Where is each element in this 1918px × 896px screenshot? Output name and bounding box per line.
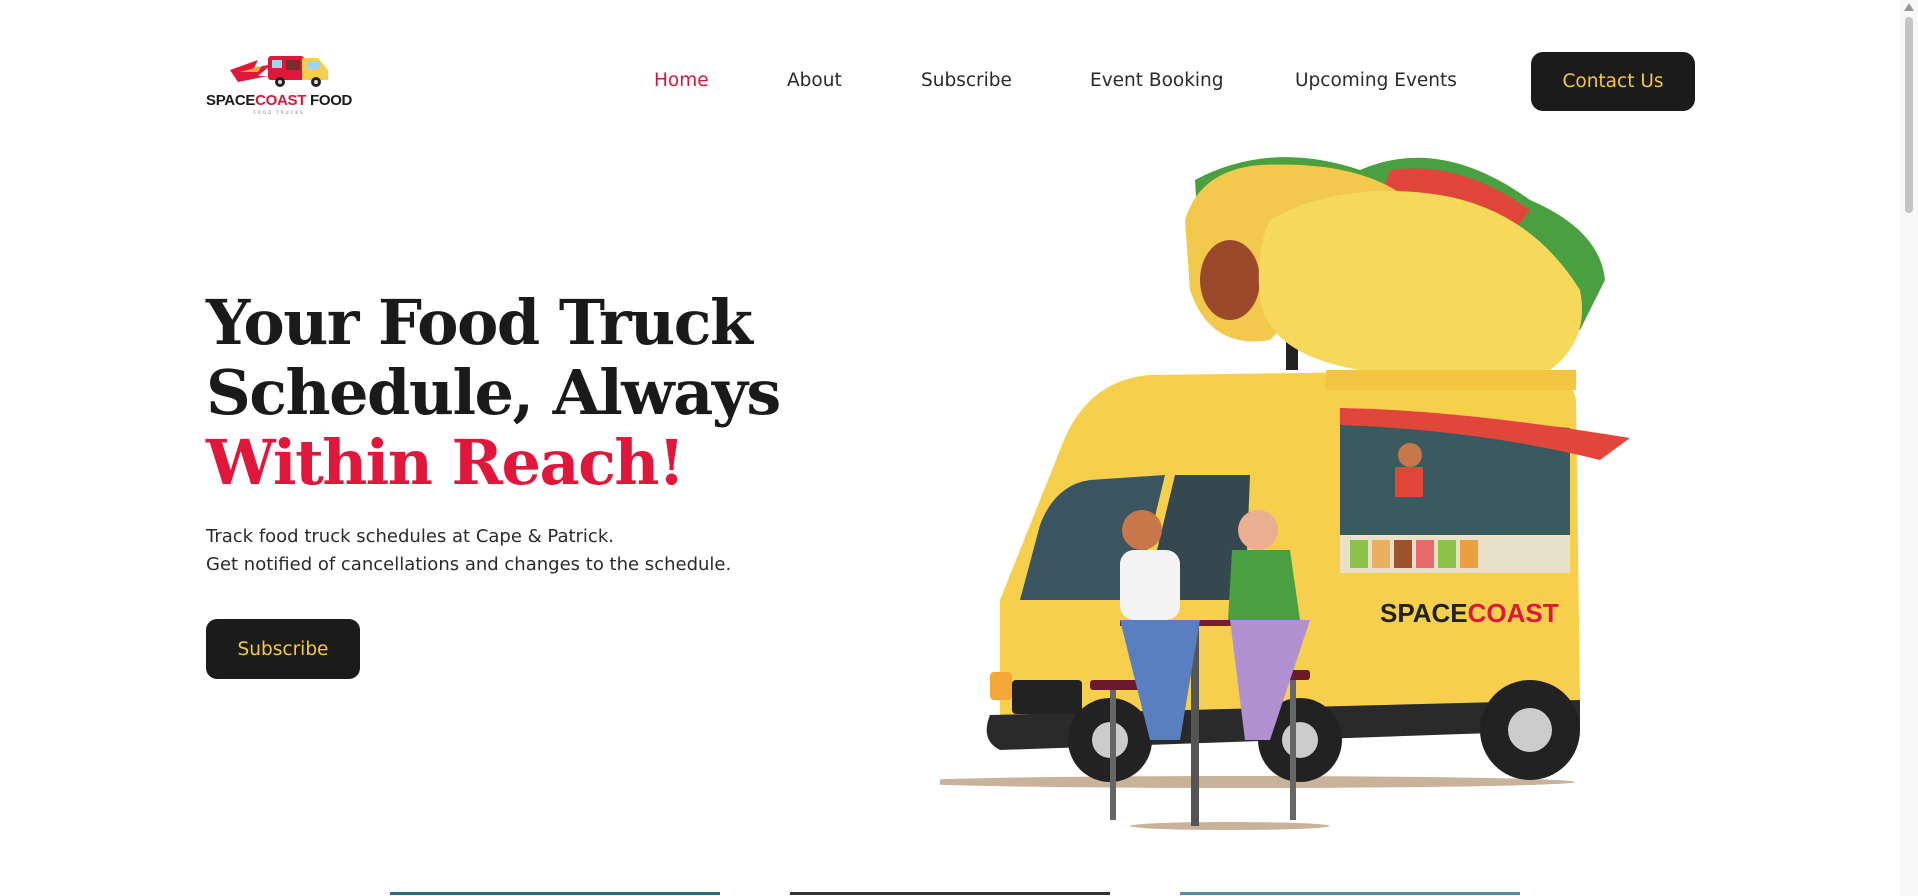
next-section-preview: [390, 892, 1520, 896]
preview-strip: [790, 892, 1110, 895]
nav-about[interactable]: About: [787, 70, 842, 91]
logo-word-coast: COAST: [255, 92, 307, 109]
preview-strip: [1180, 892, 1520, 895]
truck-brand-coast: COAST: [1468, 598, 1559, 628]
hero-subscribe-button[interactable]: Subscribe: [206, 619, 360, 679]
hero-title-line-3: Within Reach!: [206, 426, 685, 499]
nav-subscribe[interactable]: Subscribe: [921, 70, 1012, 91]
logo-word-food: FOOD: [306, 92, 353, 109]
hero-description: Track food truck schedules at Cape & Pat…: [206, 523, 731, 579]
food-truck-illustration-svg: SPACECOAST: [905, 157, 1630, 830]
hero-description-line-1: Track food truck schedules at Cape & Pat…: [206, 526, 614, 547]
food-truck-logo-icon: [230, 56, 328, 87]
logo-wordmark: SPACECOAST FOOD: [206, 92, 352, 109]
hero-title: Your Food Truck Schedule, Always Within …: [206, 286, 781, 499]
hero-description-line-2: Get notified of cancellations and change…: [206, 554, 732, 575]
logo-word-space: SPACE: [206, 92, 256, 109]
scroll-up-arrow-icon[interactable]: [1904, 3, 1914, 11]
svg-text:SPACECOAST: SPACECOAST: [1380, 598, 1559, 628]
logo[interactable]: SPACECOAST FOOD FOOD TRUCKS: [206, 46, 352, 118]
truck-brand-space: SPACE: [1380, 598, 1468, 628]
nav-upcoming-events[interactable]: Upcoming Events: [1295, 70, 1457, 91]
page-scrollbar[interactable]: [1900, 0, 1918, 896]
hero-title-line-2: Schedule, Always: [206, 356, 781, 429]
hero-title-line-1: Your Food Truck: [206, 286, 753, 359]
scrollbar-thumb[interactable]: [1905, 17, 1913, 213]
preview-strip: [390, 892, 720, 895]
nav-home[interactable]: Home: [654, 70, 709, 91]
nav-event-booking[interactable]: Event Booking: [1090, 70, 1224, 91]
food-truck-illustration: SPACECOAST: [905, 140, 1700, 844]
logo-tagline: FOOD TRUCKS: [253, 110, 305, 115]
contact-us-button[interactable]: Contact Us: [1531, 52, 1695, 111]
